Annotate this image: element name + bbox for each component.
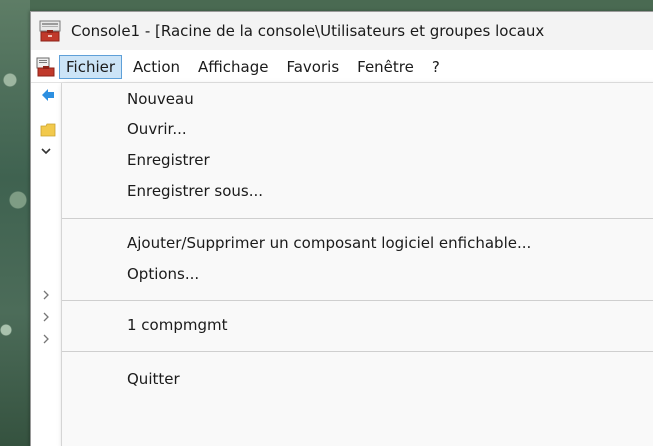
chevron-right-icon[interactable] [40, 289, 52, 305]
menu-fenetre[interactable]: Fenêtre [350, 55, 421, 79]
menu-separator [62, 351, 653, 352]
menu-item-nouveau[interactable]: Nouveau [127, 85, 194, 113]
window-title: Console1 - [Racine de la console\Utilisa… [71, 22, 545, 40]
menu-item-ajouter-supprimer-composant[interactable]: Ajouter/Supprimer un composant logiciel … [127, 229, 531, 257]
menu-item-options[interactable]: Options... [127, 260, 199, 288]
chevron-right-icon[interactable] [40, 333, 52, 349]
desktop-background [0, 0, 30, 446]
title-bar[interactable]: Console1 - [Racine de la console\Utilisa… [31, 12, 653, 50]
back-arrow-icon[interactable] [40, 87, 56, 107]
folder-icon [40, 123, 56, 141]
menu-item-ouvrir[interactable]: Ouvrir... [127, 115, 187, 143]
chevron-down-icon[interactable] [40, 145, 52, 161]
menu-item-quitter[interactable]: Quitter [127, 365, 180, 393]
menu-fichier[interactable]: Fichier [59, 55, 123, 79]
menu-separator [62, 300, 653, 301]
menu-bar: Fichier Action Affichage Favoris Fenêtre… [31, 52, 653, 83]
console-tree-gutter [31, 83, 61, 446]
mmc-console-icon[interactable] [39, 20, 61, 42]
menu-separator [62, 218, 653, 219]
chevron-right-icon[interactable] [40, 311, 52, 327]
menu-item-recent-compmgmt[interactable]: 1 compmgmt [127, 311, 228, 339]
menu-action[interactable]: Action [126, 55, 187, 79]
file-menu-dropdown: Nouveau Ouvrir... Enregistrer Enregistre… [61, 83, 653, 446]
menu-item-enregistrer[interactable]: Enregistrer [127, 146, 210, 174]
menu-item-enregistrer-sous[interactable]: Enregistrer sous... [127, 177, 263, 205]
menu-affichage[interactable]: Affichage [191, 55, 275, 79]
console-document-icon[interactable] [35, 56, 57, 78]
mmc-window: Console1 - [Racine de la console\Utilisa… [30, 11, 653, 446]
menu-favoris[interactable]: Favoris [279, 55, 346, 79]
menu-help[interactable]: ? [425, 55, 447, 79]
